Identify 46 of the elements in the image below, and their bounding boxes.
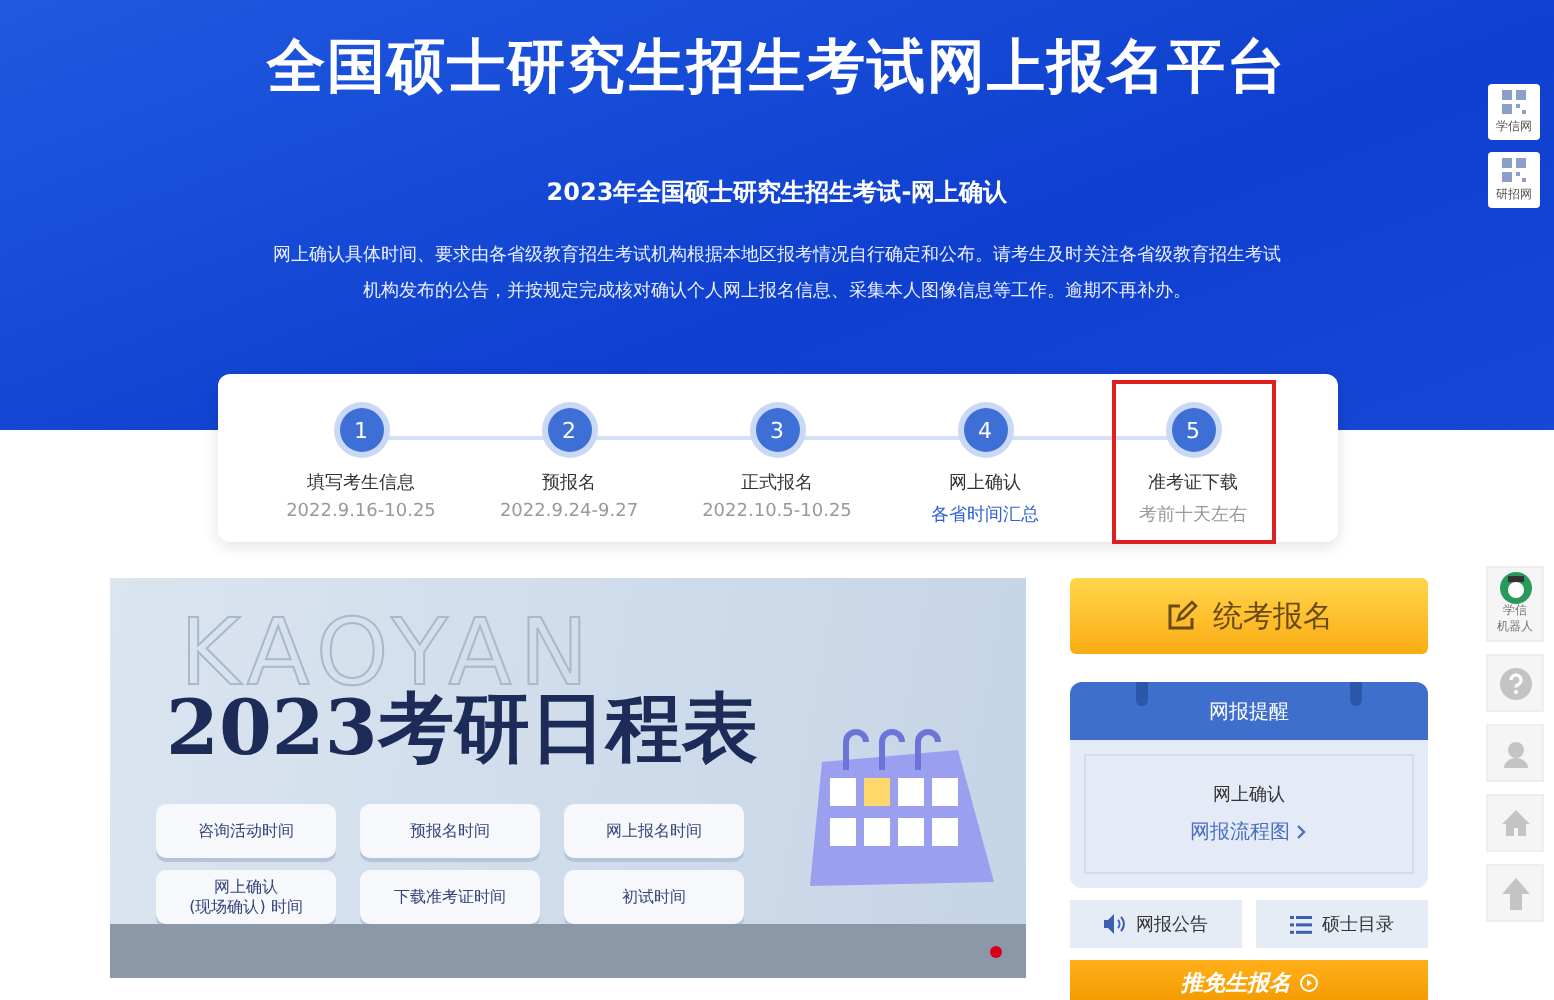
schedule-button[interactable]: 预报名时间 bbox=[360, 804, 540, 858]
edit-icon bbox=[1165, 600, 1197, 632]
play-icon bbox=[1299, 973, 1317, 991]
qr-code-icon bbox=[1502, 89, 1526, 113]
quick-link[interactable]: 硕士目录 bbox=[1256, 900, 1428, 948]
reminder-item: 网上确认 bbox=[1213, 783, 1285, 808]
step-date: 2022.9.16-10.25 bbox=[286, 502, 436, 522]
step-date: 2022.9.24-9.27 bbox=[499, 502, 639, 522]
step-number: 3 bbox=[755, 408, 799, 452]
schedule-button[interactable]: 下载准考证时间 bbox=[360, 870, 540, 924]
speaker-icon bbox=[1104, 914, 1126, 934]
schedule-button[interactable]: 网上报名时间 bbox=[564, 804, 744, 858]
flowchart-link[interactable]: 网报流程图 bbox=[1190, 818, 1308, 846]
notice-title: 2023年全国硕士研究生招生考试-网上确认 bbox=[546, 176, 1008, 210]
step-number: 4 bbox=[963, 408, 1007, 452]
up-arrow-icon bbox=[1501, 877, 1529, 909]
qr-code-icon bbox=[1502, 157, 1526, 181]
notice-text: 网上确认具体时间、要求由各省级教育招生考试机构根据本地区报考情况自行确定和公布。请考生及时关注各省级教育招生考试机构发布的公告，并按规定完成核对确认个人网上报名信息、采集本人图像信息等工作。逾期不再补办。 bbox=[271, 242, 1283, 306]
step-date: 考前十天左右 bbox=[1139, 503, 1247, 528]
step-number: 5 bbox=[1171, 408, 1215, 452]
quick-link[interactable]: 网报公告 bbox=[1070, 900, 1242, 948]
chevron-right-icon bbox=[1296, 824, 1308, 840]
step-label: 填写考生信息 bbox=[307, 471, 415, 496]
schedule-button[interactable]: 咨询活动时间 bbox=[156, 804, 336, 858]
schedule-button[interactable]: 初试时间 bbox=[564, 870, 744, 924]
step-number: 2 bbox=[547, 408, 591, 452]
step-number: 1 bbox=[339, 408, 383, 452]
schedule-button[interactable]: 网上确认 (现场确认) 时间 bbox=[156, 870, 336, 924]
list-icon bbox=[1290, 915, 1312, 933]
home-icon bbox=[1499, 807, 1531, 839]
help-icon bbox=[1499, 667, 1531, 699]
reminder-title: 网报提醒 bbox=[1070, 682, 1428, 740]
carousel-dot[interactable] bbox=[990, 945, 1002, 957]
step-label: 预报名 bbox=[542, 471, 596, 496]
step-label: 网上确认 bbox=[949, 471, 1021, 496]
register-button[interactable]: 统考报名 bbox=[1070, 578, 1428, 654]
float-tool-button[interactable] bbox=[1486, 864, 1544, 922]
robot-icon bbox=[1499, 572, 1531, 604]
step-link[interactable]: 各省时间汇总 bbox=[931, 502, 1039, 528]
float-tool-button[interactable] bbox=[1486, 794, 1544, 852]
float-tool-button[interactable] bbox=[1486, 724, 1544, 782]
step-label: 正式报名 bbox=[741, 471, 813, 496]
step-label: 准考证下载 bbox=[1148, 471, 1238, 496]
step-date: 2022.10.5-10.25 bbox=[702, 502, 852, 522]
float-tool-button[interactable] bbox=[1486, 654, 1544, 712]
site-title: 全国硕士研究生招生考试网上报名平台 bbox=[267, 30, 1287, 104]
